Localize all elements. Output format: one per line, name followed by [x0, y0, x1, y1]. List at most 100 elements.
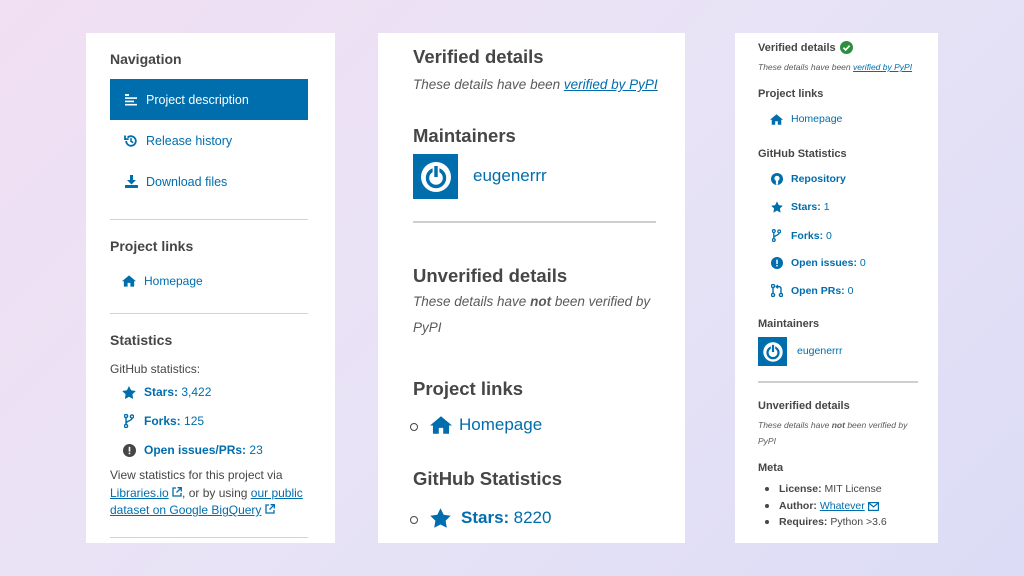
homepage-label: Homepage	[459, 415, 543, 434]
verified-details-heading: Verified details	[758, 41, 853, 54]
details-panel: Verified details These details have been…	[378, 33, 685, 543]
stat-stars[interactable]: Stars: 8220	[430, 508, 551, 528]
power-icon	[762, 341, 783, 362]
stat-value: 23	[249, 443, 263, 457]
pull-request-icon	[770, 284, 783, 297]
meta-key: Requires:	[779, 516, 828, 528]
avatar[interactable]	[413, 154, 458, 199]
stat-open-issues[interactable]: Open issues: 0	[770, 257, 866, 269]
alert-circle-icon	[122, 443, 136, 457]
repository-label: Repository	[791, 173, 846, 185]
nav-item-label: Project description	[146, 92, 249, 107]
stat-open-issues-prs[interactable]: Open issues/PRs: 23	[122, 443, 263, 457]
stat-key: Stars:	[791, 201, 821, 213]
stat-value: 3,422	[181, 385, 212, 399]
note-text: These details have	[413, 294, 527, 309]
statistics-heading: Statistics	[110, 332, 173, 348]
nav-item-label: Download files	[146, 174, 228, 189]
stat-value: 125	[184, 414, 205, 428]
divider	[110, 537, 308, 538]
nav-item-project-description[interactable]: Project description	[110, 79, 308, 120]
external-link-icon	[265, 504, 275, 514]
homepage-link[interactable]: Homepage	[430, 415, 542, 435]
note-text: PyPI	[413, 320, 442, 335]
star-icon	[122, 385, 136, 399]
stat-stars[interactable]: Stars: 1	[770, 201, 830, 213]
external-link-icon	[172, 486, 182, 497]
maintainer-link[interactable]: eugenerrr	[473, 166, 547, 186]
meta-key: Author:	[779, 500, 817, 512]
view-statistics-text: View statistics for this project via Lib…	[110, 467, 315, 520]
fork-icon	[770, 229, 783, 242]
home-icon	[430, 416, 452, 434]
meta-requires: Requires: Python >3.6	[765, 516, 887, 528]
stat-key: Forks:	[144, 414, 181, 428]
download-icon	[124, 175, 138, 188]
stat-key: Open PRs:	[791, 284, 845, 297]
meta-author: Author: Whatever	[765, 500, 879, 512]
meta-license: License: MIT License	[765, 483, 882, 495]
verified-details-heading: Verified details	[413, 46, 544, 67]
author-email-link[interactable]: Whatever	[820, 500, 865, 512]
homepage-label: Homepage	[144, 274, 203, 288]
star-icon	[770, 201, 783, 213]
maintainers-heading: Maintainers	[413, 125, 516, 146]
verified-heading-text: Verified details	[758, 41, 836, 54]
list-bullet	[765, 520, 769, 524]
unverified-details-heading: Unverified details	[413, 265, 568, 286]
note-text: been verified by	[554, 294, 651, 309]
github-icon	[770, 173, 783, 185]
stat-key: Open issues:	[791, 257, 857, 269]
unverified-details-heading: Unverified details	[758, 400, 850, 412]
divider	[110, 313, 308, 314]
power-icon	[420, 161, 451, 192]
github-statistics-heading: GitHub Statistics	[758, 148, 847, 160]
project-links-heading: Project links	[758, 88, 824, 100]
stat-value: 0	[859, 257, 866, 269]
unverified-note: These details have not been verified by …	[758, 417, 923, 449]
homepage-link[interactable]: Homepage	[122, 274, 203, 288]
note-emphasis: not	[530, 294, 552, 309]
libraries-io-link[interactable]: Libraries.io	[110, 486, 169, 500]
avatar[interactable]	[758, 337, 787, 366]
divider	[758, 381, 918, 383]
repository-link[interactable]: Repository	[770, 173, 846, 185]
stat-open-prs[interactable]: Open PRs: 0	[770, 284, 853, 297]
stat-value: 0	[826, 229, 832, 242]
verified-note-prefix: These details have been	[413, 77, 561, 92]
github-statistics-label: GitHub statistics:	[110, 362, 201, 376]
our-public-link[interactable]: our public	[251, 486, 303, 500]
stat-key: Stars:	[461, 508, 510, 527]
bigquery-dataset-link[interactable]: dataset on Google BigQuery	[110, 503, 261, 517]
list-bullet	[765, 487, 769, 491]
stat-value: 0	[847, 284, 854, 297]
star-icon	[430, 508, 451, 528]
nav-item-release-history[interactable]: Release history	[110, 120, 308, 161]
align-left-icon	[124, 93, 138, 106]
stat-forks[interactable]: Forks: 0	[770, 229, 832, 242]
project-links-heading: Project links	[413, 378, 524, 399]
note-text: been verified by	[847, 420, 908, 430]
home-icon	[770, 113, 783, 125]
maintainer-link[interactable]: eugenerrr	[797, 345, 843, 357]
stat-forks[interactable]: Forks: 125	[122, 414, 204, 428]
meta-heading: Meta	[758, 462, 784, 474]
github-statistics-heading: GitHub Statistics	[413, 468, 563, 489]
stat-key: Forks:	[791, 229, 824, 242]
homepage-label: Homepage	[791, 113, 843, 125]
sidebar-panel: Navigation Project description Release h…	[86, 33, 335, 543]
verified-by-pypi-link[interactable]: verified by PyPI	[853, 62, 912, 72]
homepage-link[interactable]: Homepage	[770, 113, 842, 125]
stat-stars[interactable]: Stars: 3,422	[122, 385, 211, 399]
nav-item-download-files[interactable]: Download files	[110, 161, 308, 202]
navigation-heading: Navigation	[110, 51, 182, 67]
stat-value: 1	[823, 201, 830, 213]
meta-value: MIT License	[824, 483, 882, 495]
nav-item-label: Release history	[146, 133, 233, 148]
verified-by-pypi-link[interactable]: verified by PyPI	[564, 77, 658, 92]
project-links-heading: Project links	[110, 238, 194, 254]
meta-key: License:	[779, 483, 822, 495]
details-sidebar-panel: Verified details These details have been…	[735, 33, 938, 543]
history-icon	[124, 134, 138, 148]
stat-value: 8220	[513, 508, 552, 527]
